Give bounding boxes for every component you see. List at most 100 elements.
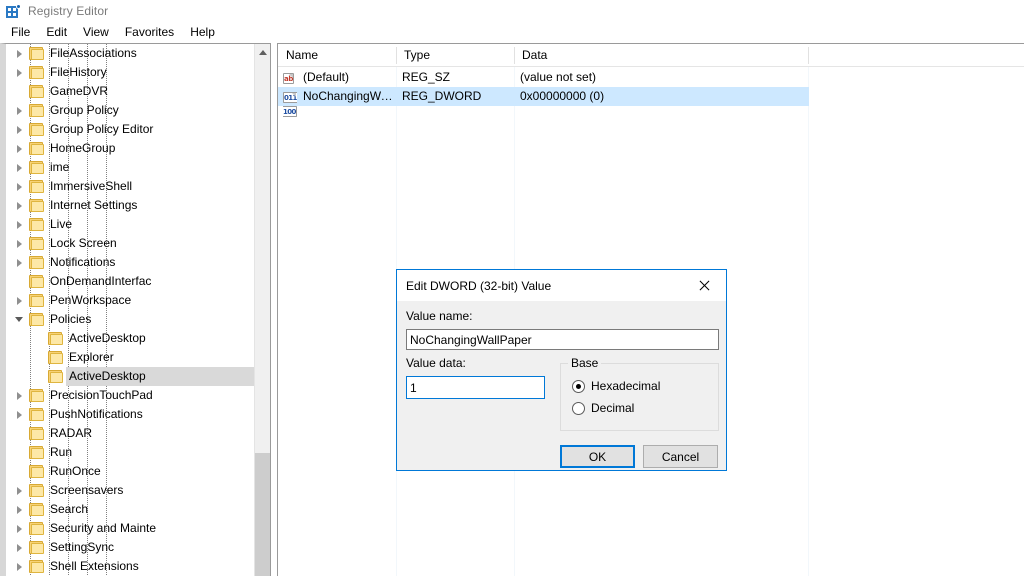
chevron-down-icon[interactable]: [11, 310, 27, 329]
tree-item-activedesktop[interactable]: ActiveDesktop: [6, 367, 271, 386]
column-header-type[interactable]: Type: [396, 44, 514, 66]
chevron-right-icon[interactable]: [11, 538, 27, 557]
chevron-right-icon[interactable]: [11, 253, 27, 272]
cell-data: 0x00000000 (0): [520, 89, 605, 103]
tree-item-policies[interactable]: Policies: [6, 310, 271, 329]
title-bar: Registry Editor: [0, 0, 1024, 22]
folder-icon: [29, 237, 46, 251]
tree-item-group-policy-editor[interactable]: Group Policy Editor: [6, 120, 271, 139]
tree-item-label: Security and Mainte: [50, 521, 157, 535]
tree-item-lock-screen[interactable]: Lock Screen: [6, 234, 271, 253]
tree-item-penworkspace[interactable]: PenWorkspace: [6, 291, 271, 310]
tree-item-label: Shell Extensions: [50, 559, 139, 573]
table-row[interactable]: 011 100 NoChangingWa... REG_DWORD 0x00000000…: [278, 87, 809, 117]
folder-icon: [29, 161, 46, 175]
menu-item-favorites[interactable]: Favorites: [117, 23, 182, 41]
column-header-name[interactable]: Name: [278, 44, 396, 66]
chevron-right-icon[interactable]: [11, 386, 27, 405]
dword-value-icon: 011 100: [283, 91, 297, 117]
folder-icon: [29, 465, 46, 479]
chevron-right-icon[interactable]: [11, 481, 27, 500]
chevron-right-icon[interactable]: [11, 215, 27, 234]
pane-splitter[interactable]: [270, 43, 271, 576]
menu-item-edit[interactable]: Edit: [38, 23, 75, 41]
chevron-right-icon[interactable]: [11, 139, 27, 158]
tree-item-pushnotifications[interactable]: PushNotifications: [6, 405, 271, 424]
chevron-right-icon[interactable]: [11, 234, 27, 253]
chevron-right-icon[interactable]: [11, 158, 27, 177]
tree-item-label: HomeGroup: [50, 141, 116, 155]
chevron-right-icon[interactable]: [11, 44, 27, 63]
menu-item-help[interactable]: Help: [182, 23, 223, 41]
folder-icon: [29, 104, 46, 118]
tree-item-label: Group Policy: [50, 103, 119, 117]
chevron-right-icon[interactable]: [11, 120, 27, 139]
tree-item-radar[interactable]: RADAR: [6, 424, 271, 443]
chevron-right-icon[interactable]: [11, 405, 27, 424]
tree-item-label: Internet Settings: [50, 198, 138, 212]
tree-item-notifications[interactable]: Notifications: [6, 253, 271, 272]
tree-item-label: FileHistory: [50, 65, 107, 79]
tree-item-runonce[interactable]: RunOnce: [6, 462, 271, 481]
tree-item-gamedvr[interactable]: GameDVR: [6, 82, 271, 101]
tree-item-label: ImmersiveShell: [50, 179, 133, 193]
tree-item-group-policy[interactable]: Group Policy: [6, 101, 271, 120]
base-radio-group: [560, 363, 719, 431]
tree-item-search[interactable]: Search: [6, 500, 271, 519]
ok-button[interactable]: OK: [560, 445, 635, 468]
folder-icon: [29, 389, 46, 403]
chevron-right-icon[interactable]: [11, 557, 27, 576]
tree-item-immersiveshell[interactable]: ImmersiveShell: [6, 177, 271, 196]
dialog-title: Edit DWORD (32-bit) Value: [406, 278, 552, 293]
chevron-right-icon[interactable]: [11, 500, 27, 519]
folder-icon: [29, 47, 46, 61]
tree-item-ime[interactable]: ime: [6, 158, 271, 177]
tree-item-ondemandinterfac[interactable]: OnDemandInterfac: [6, 272, 271, 291]
tree-item-label: Notifications: [50, 255, 116, 269]
chevron-right-icon[interactable]: [11, 101, 27, 120]
tree-scrollbar[interactable]: [254, 44, 270, 576]
folder-icon: [48, 332, 65, 346]
scroll-up-arrow-icon[interactable]: [255, 44, 270, 61]
folder-icon: [29, 199, 46, 213]
chevron-right-icon[interactable]: [11, 196, 27, 215]
tree-scrollbar-thumb[interactable]: [255, 453, 270, 576]
menu-item-view[interactable]: View: [75, 23, 117, 41]
value-name-input[interactable]: [406, 329, 719, 350]
table-row[interactable]: ab (Default) REG_SZ (value not set): [278, 68, 809, 87]
tree-item-label: SettingSync: [50, 540, 115, 554]
tree-item-label: Screensavers: [50, 483, 124, 497]
radio-decimal[interactable]: Decimal: [572, 401, 634, 415]
tree-item-precisiontouchpad[interactable]: PrecisionTouchPad: [6, 386, 271, 405]
tree-item-filehistory[interactable]: FileHistory: [6, 63, 271, 82]
tree-item-explorer[interactable]: Explorer: [6, 348, 271, 367]
cell-type: REG_DWORD: [402, 89, 482, 103]
tree-item-settingsync[interactable]: SettingSync: [6, 538, 271, 557]
menu-item-file[interactable]: File: [3, 23, 38, 41]
tree-item-label: RADAR: [50, 426, 93, 440]
chevron-right-icon[interactable]: [11, 177, 27, 196]
tree-item-shell-extensions[interactable]: Shell Extensions: [6, 557, 271, 576]
tree-item-activedesktop[interactable]: ActiveDesktop: [6, 329, 271, 348]
tree-scrollbar-track[interactable]: [255, 61, 270, 453]
cell-type: REG_SZ: [402, 70, 451, 84]
registry-tree-pane[interactable]: FileAssociations FileHistory GameDVR Group …: [0, 43, 271, 576]
column-header-data[interactable]: Data: [514, 44, 808, 66]
tree-item-fileassociations[interactable]: FileAssociations: [6, 44, 271, 63]
tree-item-live[interactable]: Live: [6, 215, 271, 234]
radio-hexadecimal[interactable]: Hexadecimal: [572, 379, 660, 393]
string-value-icon: ab: [283, 72, 294, 84]
close-icon[interactable]: [681, 270, 726, 300]
chevron-right-icon[interactable]: [11, 291, 27, 310]
cancel-button[interactable]: Cancel: [643, 445, 718, 468]
tree-item-screensavers[interactable]: Screensavers: [6, 481, 271, 500]
folder-icon: [29, 313, 46, 327]
tree-item-homegroup[interactable]: HomeGroup: [6, 139, 271, 158]
value-data-input[interactable]: [406, 376, 545, 399]
chevron-right-icon[interactable]: [11, 519, 27, 538]
chevron-right-icon[interactable]: [11, 63, 27, 82]
tree-item-label: PenWorkspace: [50, 293, 132, 307]
tree-item-run[interactable]: Run: [6, 443, 271, 462]
tree-item-security-and-mainte[interactable]: Security and Mainte: [6, 519, 271, 538]
tree-item-internet-settings[interactable]: Internet Settings: [6, 196, 271, 215]
